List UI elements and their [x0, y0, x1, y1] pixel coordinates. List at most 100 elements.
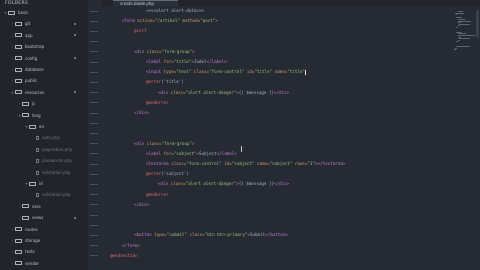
code-token: type=	[163, 69, 177, 75]
minimap-line	[457, 39, 460, 41]
code-token: <label	[146, 59, 164, 64]
tree-folder[interactable]: ▾ id	[0, 180, 88, 187]
code-line[interactable]: <div class="form-group">	[134, 141, 195, 147]
code-line[interactable]: <textarea class="form-control" id="subje…	[146, 161, 345, 167]
tree-item-label: bootstrap	[25, 44, 45, 50]
code-token: Subject	[198, 150, 217, 156]
tree-folder[interactable]: ▾ basic	[0, 9, 88, 16]
tree-file[interactable]: passwords.php	[0, 157, 88, 164]
code-line[interactable]: <input type="text" class="form-control" …	[146, 69, 306, 75]
code-line[interactable]: <label for="subject">Subject</label>	[146, 151, 237, 157]
code-token: "form-group"	[161, 48, 193, 54]
folder-icon	[22, 113, 29, 118]
tree-folder[interactable]: › routes	[0, 226, 88, 233]
code-token: class=	[170, 89, 186, 95]
code-line[interactable]: @enderror	[146, 192, 169, 198]
code-token: "/artikel"	[154, 18, 183, 24]
minimap-viewport[interactable]	[476, 10, 479, 38]
code-token: >	[192, 140, 195, 146]
code-token: type=	[154, 232, 167, 238]
line-number	[90, 173, 98, 175]
tree-folder[interactable]: ▾ resources	[0, 89, 88, 96]
code-token: <div	[134, 48, 147, 54]
tree-folder[interactable]: › tests	[0, 248, 88, 255]
code-editor[interactable]: <<<<alert alert-data>>> <form action="/ar…	[102, 6, 452, 270]
line-number	[90, 214, 98, 216]
code-token: <label	[146, 150, 164, 156]
tree-folder[interactable]: › database	[0, 66, 88, 73]
tree-folder[interactable]: ▾ en	[0, 123, 88, 130]
line-number	[90, 41, 98, 43]
line-number	[90, 245, 98, 247]
code-line[interactable]: @csrf	[134, 28, 147, 34]
folder-icon	[15, 44, 22, 49]
code-token: </form>	[122, 242, 140, 248]
code-line[interactable]: @enderror	[146, 100, 169, 106]
tree-folder[interactable]: › git	[0, 20, 88, 27]
code-line[interactable]: <div class="form-group">	[134, 49, 195, 55]
code-token: "post"	[200, 18, 216, 24]
tree-file[interactable]: auth.php	[0, 134, 88, 141]
tree-folder[interactable]: › js	[0, 100, 88, 107]
code-token: </div>	[274, 181, 290, 187]
code-token: </div>	[274, 89, 290, 95]
tree-folder[interactable]: › vendor	[0, 260, 88, 267]
tree-folder[interactable]: › views	[0, 214, 88, 221]
tree-file[interactable]: pagination.php	[0, 146, 88, 153]
tree-folder[interactable]: › sass	[0, 203, 88, 210]
modified-dot-icon	[74, 34, 76, 37]
folder-icon	[15, 249, 22, 254]
tree-item-label: sass	[32, 203, 41, 209]
code-line[interactable]: </form>	[122, 243, 140, 249]
tree-folder[interactable]: › bootstrap	[0, 43, 88, 50]
code-line[interactable]: <div class="alert alert-danger">{{ $mess…	[158, 181, 289, 187]
line-number	[90, 153, 98, 155]
modified-dot-icon	[74, 22, 76, 25]
tree-file[interactable]: validation.php	[0, 169, 88, 176]
folder-icon	[15, 238, 22, 243]
tree-item-label: views	[32, 215, 44, 221]
code-token: <button	[134, 232, 155, 238]
code-token: @error	[146, 171, 162, 177]
code-token: @error	[146, 79, 162, 85]
code-token: @enderror	[146, 99, 169, 105]
code-line[interactable]: <label for="title">Judul</label>	[146, 59, 227, 65]
minimap[interactable]	[452, 6, 480, 270]
code-line[interactable]: </div>	[134, 110, 149, 116]
code-token: </label>	[216, 150, 237, 156]
code-line[interactable]: </div>	[134, 202, 149, 208]
code-token: class=	[146, 140, 162, 146]
line-number	[90, 204, 98, 206]
tree-item-label: validation.php	[42, 192, 71, 198]
tree-item-label: pagination.php	[42, 146, 73, 152]
code-line[interactable]: <div class="alert alert-danger">{{ $mess…	[158, 90, 289, 96]
tree-folder[interactable]: › config	[0, 55, 88, 62]
minimap-line	[456, 41, 458, 43]
code-line[interactable]: <button type="submit" class="btn btn-pri…	[134, 232, 288, 238]
tree-item-label: auth.php	[42, 135, 60, 141]
folder-icon	[15, 90, 22, 95]
line-number	[90, 112, 98, 114]
code-line[interactable]: @endsection	[110, 253, 138, 259]
code-token: >	[192, 48, 195, 54]
code-token: class=	[171, 161, 187, 166]
code-line[interactable]: @error('title')	[146, 79, 184, 85]
tree-folder[interactable]: › app	[0, 32, 88, 39]
tree-folder[interactable]: ▾ lang	[0, 112, 88, 119]
folder-icon	[22, 215, 29, 220]
line-number	[90, 92, 98, 94]
line-number	[90, 71, 98, 73]
line-number	[90, 183, 98, 185]
code-token: </button>	[265, 232, 288, 238]
tree-folder[interactable]: › storage	[0, 237, 88, 244]
tree-item-label: en	[39, 124, 44, 129]
code-line[interactable]: @error('subject')	[146, 171, 189, 177]
code-token: "form-control"	[209, 69, 247, 75]
tree-file[interactable]: validation.php	[0, 191, 88, 198]
code-line[interactable]: <form action="/artikel" method="post">	[122, 18, 218, 24]
code-line[interactable]: <<<<alert alert-data>>>	[146, 8, 204, 14]
line-number	[90, 10, 98, 12]
tree-folder[interactable]: › public	[0, 77, 88, 84]
folder-icon	[29, 181, 36, 186]
modified-dot-icon	[74, 91, 76, 94]
